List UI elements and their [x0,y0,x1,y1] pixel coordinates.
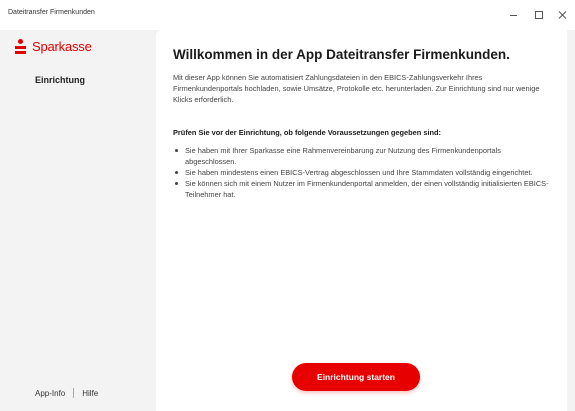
bullet-icon [175,149,178,152]
title-bar[interactable]: Dateitransfer Firmenkunden [0,0,575,30]
intro-text: Mit dieser App können Sie automatisiert … [173,73,540,104]
app-info-link[interactable]: App-Info [35,389,65,398]
list-item-text: Sie haben mindestens einen EBICS-Vertrag… [185,168,533,177]
sidebar: Sparkasse Einrichtung App-Info Hilfe [0,30,152,411]
sparkasse-logo-icon [15,38,26,54]
footer-divider [73,388,75,398]
help-link[interactable]: Hilfe [82,389,98,398]
sidebar-item-einrichtung[interactable]: Einrichtung [35,75,85,85]
maximize-button[interactable] [527,6,551,24]
list-item: Sie können sich mit einem Nutzer im Firm… [173,178,551,200]
window-title: Dateitransfer Firmenkunden [8,9,95,16]
minimize-icon [509,14,517,16]
page-title: Willkommen in der App Dateitransfer Firm… [173,47,510,62]
start-setup-button[interactable]: Einrichtung starten [292,363,420,391]
bullet-icon [175,182,178,185]
list-item-text: Sie können sich mit einem Nutzer im Firm… [185,179,549,199]
main-content: Willkommen in der App Dateitransfer Firm… [156,30,567,411]
close-icon [559,11,567,19]
sidebar-footer: App-Info Hilfe [35,388,98,398]
list-item-text: Sie haben mit Ihrer Sparkasse eine Rahme… [185,146,501,166]
list-item: Sie haben mit Ihrer Sparkasse eine Rahme… [173,145,551,167]
brand-logo: Sparkasse [15,38,92,54]
bullet-icon [175,171,178,174]
minimize-button[interactable] [501,6,525,24]
prerequisites-heading: Prüfen Sie vor der Einrichtung, ob folge… [173,128,442,137]
close-button[interactable] [551,6,575,24]
prerequisites-list: Sie haben mit Ihrer Sparkasse eine Rahme… [173,145,551,200]
app-window: Dateitransfer Firmenkunden Sparkasse Ein… [0,0,575,411]
maximize-icon [535,11,543,19]
brand-name: Sparkasse [32,38,92,54]
list-item: Sie haben mindestens einen EBICS-Vertrag… [173,167,551,178]
